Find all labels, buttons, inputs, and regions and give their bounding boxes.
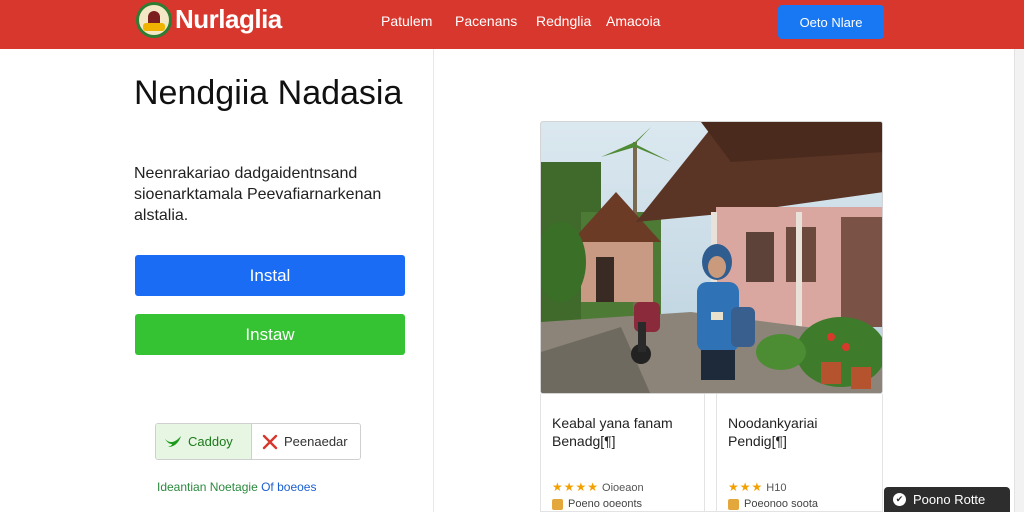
check-icon: ✔ bbox=[893, 493, 906, 506]
close-icon bbox=[262, 434, 278, 449]
brand-logo-icon[interactable] bbox=[136, 2, 172, 38]
top-nav-bar: Nurlaglia Patulem Pacenans Rednglia Amac… bbox=[0, 0, 1024, 49]
dismiss-label: Peenaedar bbox=[284, 434, 348, 449]
card-meta: Poeno ooeonts bbox=[552, 498, 642, 510]
scrollbar[interactable] bbox=[1014, 49, 1024, 512]
star-icons: ★★★★ bbox=[552, 480, 600, 494]
card-meta: Poeonoo soota bbox=[728, 498, 818, 510]
brand-name[interactable]: Nurlaglia bbox=[175, 4, 282, 35]
action-toggle-group: Caddoy Peenaedar bbox=[155, 423, 361, 460]
card-title[interactable]: Keabal yana fanam Benadg[¶] bbox=[552, 414, 702, 450]
share-label: Caddoy bbox=[188, 434, 233, 449]
nav-link-1[interactable]: Patulem bbox=[381, 13, 432, 29]
toast-label: Poono Rotte bbox=[913, 492, 986, 507]
card-divider bbox=[704, 394, 705, 512]
bird-icon bbox=[165, 435, 181, 447]
footer-link-text: Ideantian Noetagie bbox=[157, 480, 258, 494]
card-divider bbox=[716, 394, 717, 512]
rating-stars: ★★★ H10 bbox=[728, 480, 786, 494]
install-button[interactable]: Instal bbox=[135, 255, 405, 296]
hero-photo bbox=[540, 121, 883, 394]
rating-text: Oioeaon bbox=[602, 482, 644, 494]
page-description: Neenrakariao dadgaidentnsand sioenarktam… bbox=[134, 165, 382, 224]
rating-text: H10 bbox=[766, 482, 787, 494]
share-button[interactable]: Caddoy bbox=[156, 424, 252, 459]
star-icons: ★★★ bbox=[728, 480, 764, 494]
install-alt-button[interactable]: Instaw bbox=[135, 314, 405, 355]
rating-stars: ★★★★ Oioeaon bbox=[552, 480, 644, 494]
footer-link-accent: Of boeoes bbox=[261, 480, 317, 494]
footer-link[interactable]: Ideantian Noetagie Of boeoes bbox=[157, 480, 316, 494]
tag-icon bbox=[552, 498, 563, 510]
village-scene-image bbox=[541, 122, 882, 393]
header-cta-button[interactable]: Oeto Nlare bbox=[778, 5, 884, 39]
nav-link-4[interactable]: Amacoia bbox=[606, 13, 660, 29]
card-title[interactable]: Noodankyariai Pendig[¶] bbox=[728, 414, 878, 450]
card-meta-text: Poeonoo soota bbox=[744, 498, 819, 510]
tag-icon bbox=[728, 498, 739, 510]
page-title: Nendgiia Nadasia bbox=[134, 74, 403, 112]
nav-link-3[interactable]: Rednglia bbox=[536, 13, 591, 29]
listing-cards: Keabal yana fanam Benadg[¶] ★★★★ Oioeaon … bbox=[540, 394, 883, 512]
nav-link-2[interactable]: Pacenans bbox=[455, 13, 517, 29]
notification-toast[interactable]: ✔ Poono Rotte bbox=[884, 487, 1010, 512]
card-meta-text: Poeno ooeonts bbox=[568, 498, 643, 510]
dismiss-button[interactable]: Peenaedar bbox=[252, 424, 360, 459]
